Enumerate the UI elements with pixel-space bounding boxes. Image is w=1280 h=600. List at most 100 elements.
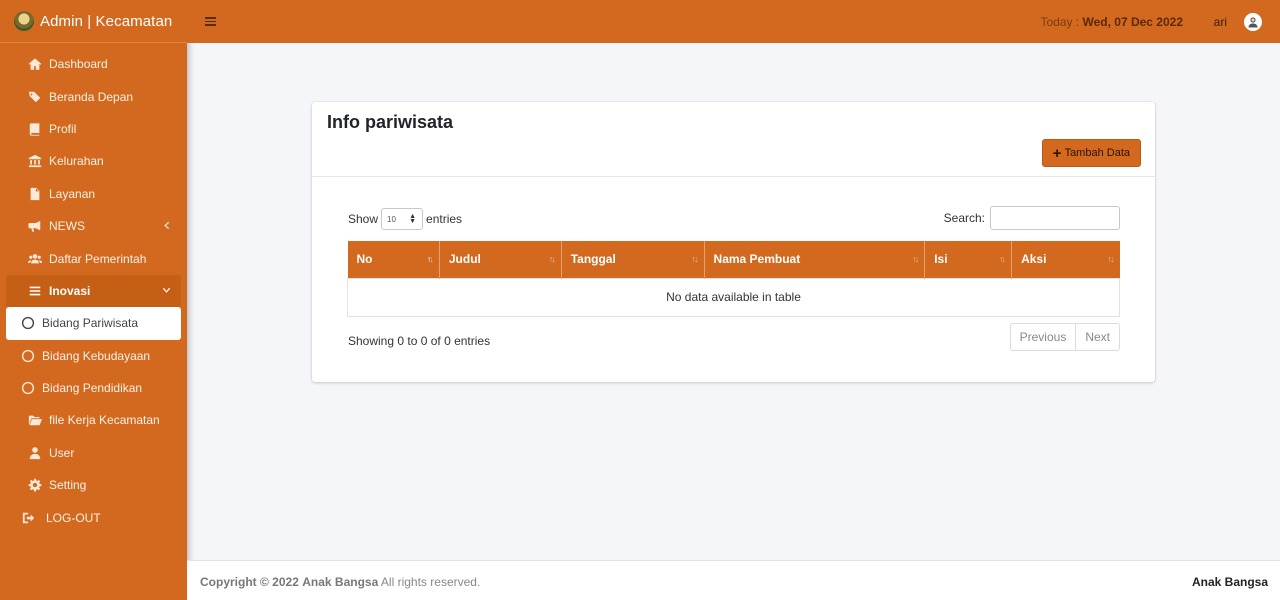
column-label: Judul — [448, 252, 481, 267]
users-icon — [27, 251, 43, 267]
empty-table-message: No data available in table — [347, 277, 1120, 317]
book-icon — [27, 121, 43, 137]
previous-button[interactable]: Previous — [1011, 324, 1076, 350]
sidebar-item-inovasi[interactable]: Inovasi — [6, 274, 181, 308]
gear-icon — [27, 477, 43, 493]
column-label: No — [356, 252, 373, 267]
sort-icon: ↑↓ — [999, 254, 1006, 265]
entries-label: entries — [426, 212, 463, 226]
table-header-row: No ↑↓ Judul ↑↓ Tanggal ↑↓ Nama Pembuat ↑↓ Is… — [347, 241, 1120, 278]
card-divider — [312, 176, 1155, 177]
table-row: No data available in table — [347, 277, 1120, 317]
table-info: Showing 0 to 0 of 0 entries — [348, 334, 491, 348]
landmark-icon — [27, 153, 43, 169]
pagination: Previous Next — [1009, 323, 1120, 351]
select-arrows-icon: ▲ ▼ — [409, 213, 417, 225]
sidebar-item-layanan[interactable]: Layanan — [6, 178, 181, 210]
entries-length-value: 10 — [387, 214, 396, 224]
search-input[interactable] — [990, 206, 1120, 230]
sidebar-item-news[interactable]: NEWS — [6, 210, 181, 242]
hamburger-menu-icon[interactable] — [205, 17, 216, 26]
column-header-judul[interactable]: Judul ↑↓ — [439, 241, 562, 278]
sort-icon: ↑↓ — [1107, 254, 1115, 265]
list-icon — [27, 283, 43, 299]
user-icon — [27, 445, 43, 461]
footer: Copyright © 2022 Anak Bangsa All rights … — [187, 560, 1280, 600]
sort-ascending-icon: ↑↓ — [426, 254, 434, 265]
tags-icon — [27, 89, 43, 105]
avatar[interactable] — [1244, 13, 1262, 31]
today-label: Today : — [1040, 15, 1083, 29]
sidebar-item-profil[interactable]: Profil — [6, 113, 181, 145]
copyright-label: Copyright © 2022 — [200, 575, 299, 589]
sidebar-item-label: Kelurahan — [49, 154, 104, 169]
sidebar-item-label: Dashboard — [49, 57, 108, 72]
sidebar-item-label: Daftar Pemerintah — [49, 251, 147, 266]
sidebar-item-bidang-pariwisata[interactable]: Bidang Pariwisata — [6, 307, 181, 340]
show-label: Show — [348, 212, 379, 226]
sidebar-item-user[interactable]: User — [6, 437, 181, 469]
column-label: Isi — [934, 252, 948, 267]
copyright-company[interactable]: Anak Bangsa — [302, 575, 378, 589]
add-data-label: Tambah Data — [1064, 147, 1130, 159]
sidebar-item-label: LOG-OUT — [46, 510, 101, 525]
sidebar: Admin | Kecamatan Dashboard Beranda Depa… — [0, 0, 187, 600]
sidebar-item-label: Beranda Depan — [49, 89, 134, 104]
sidebar-nav: Dashboard Beranda Depan Profil Kelurahan… — [0, 43, 187, 534]
next-button[interactable]: Next — [1075, 324, 1119, 350]
sort-icon: ↑↓ — [912, 254, 919, 265]
circle-icon — [21, 349, 35, 362]
sort-icon: ↑↓ — [691, 254, 699, 265]
sidebar-item-setting[interactable]: Setting — [6, 469, 181, 501]
rights-text: All rights reserved. — [378, 575, 481, 589]
sidebar-item-beranda-depan[interactable]: Beranda Depan — [6, 80, 181, 112]
brand-title: Admin | Kecamatan — [40, 12, 173, 30]
sort-icon: ↑↓ — [548, 254, 556, 265]
sidebar-item-file-kerja[interactable]: file Kerja Kecamatan — [6, 404, 181, 436]
column-label: Nama Pembuat — [713, 252, 801, 267]
sidebar-item-label: file Kerja Kecamatan — [49, 413, 160, 428]
column-header-tanggal[interactable]: Tanggal ↑↓ — [561, 241, 705, 278]
copyright-text: Copyright © 2022 Anak Bangsa All rights … — [200, 575, 480, 589]
today-value: Wed, 07 Dec 2022 — [1082, 15, 1183, 29]
home-icon — [27, 56, 43, 72]
today-date: Today : Wed, 07 Dec 2022 — [1040, 15, 1183, 29]
sidebar-item-dashboard[interactable]: Dashboard — [6, 48, 181, 80]
sidebar-item-label: Profil — [49, 121, 77, 136]
sidebar-item-label: Bidang Pariwisata — [42, 316, 139, 331]
sidebar-item-daftar-pemerintah[interactable]: Daftar Pemerintah — [6, 242, 181, 274]
circle-icon — [21, 381, 35, 395]
column-header-no[interactable]: No ↑↓ — [347, 241, 440, 278]
sidebar-item-label: Inovasi — [49, 283, 91, 298]
entries-length-select[interactable]: 10 ▲ ▼ — [381, 208, 424, 230]
sidebar-item-label: NEWS — [49, 219, 85, 234]
user-name[interactable]: ari — [1214, 15, 1227, 29]
add-data-button[interactable]: + Tambah Data — [1041, 139, 1141, 167]
column-label: Aksi — [1021, 252, 1047, 267]
search-label: Search: — [943, 211, 985, 225]
sidebar-item-logout[interactable]: LOG-OUT — [6, 501, 181, 533]
page-title: Info pariwisata — [327, 112, 454, 132]
sidebar-item-label: User — [49, 445, 75, 460]
sidebar-item-bidang-kebudayaan[interactable]: Bidang Kebudayaan — [6, 340, 181, 372]
plus-icon: + — [1052, 144, 1062, 162]
brand[interactable]: Admin | Kecamatan — [0, 0, 187, 43]
brand-logo — [14, 11, 34, 31]
circle-icon — [21, 317, 35, 330]
sidebar-item-kelurahan[interactable]: Kelurahan — [6, 145, 181, 177]
column-header-isi[interactable]: Isi ↑↓ — [924, 241, 1013, 278]
sidebar-item-bidang-pendidikan[interactable]: Bidang Pendidikan — [6, 372, 181, 404]
data-table: No ↑↓ Judul ↑↓ Tanggal ↑↓ Nama Pembuat ↑↓ Is… — [347, 241, 1120, 317]
topbar: Today : Wed, 07 Dec 2022 ari — [187, 0, 1280, 43]
file-icon — [27, 186, 43, 202]
info-pariwisata-card: Info pariwisata + Tambah Data Show 10 ▲ ▼… — [312, 102, 1155, 382]
sidebar-item-label: Layanan — [49, 186, 96, 201]
footer-brand: Anak Bangsa — [1191, 575, 1268, 589]
column-header-nama-pembuat[interactable]: Nama Pembuat ↑↓ — [704, 241, 926, 278]
chevron-down-icon — [162, 284, 171, 298]
search-control: Search: — [944, 206, 1120, 230]
column-header-aksi[interactable]: Aksi ↑↓ — [1011, 241, 1120, 278]
chevron-left-icon — [162, 219, 171, 233]
megaphone-icon — [27, 218, 43, 234]
sidebar-item-label: Bidang Pendidikan — [42, 381, 143, 396]
